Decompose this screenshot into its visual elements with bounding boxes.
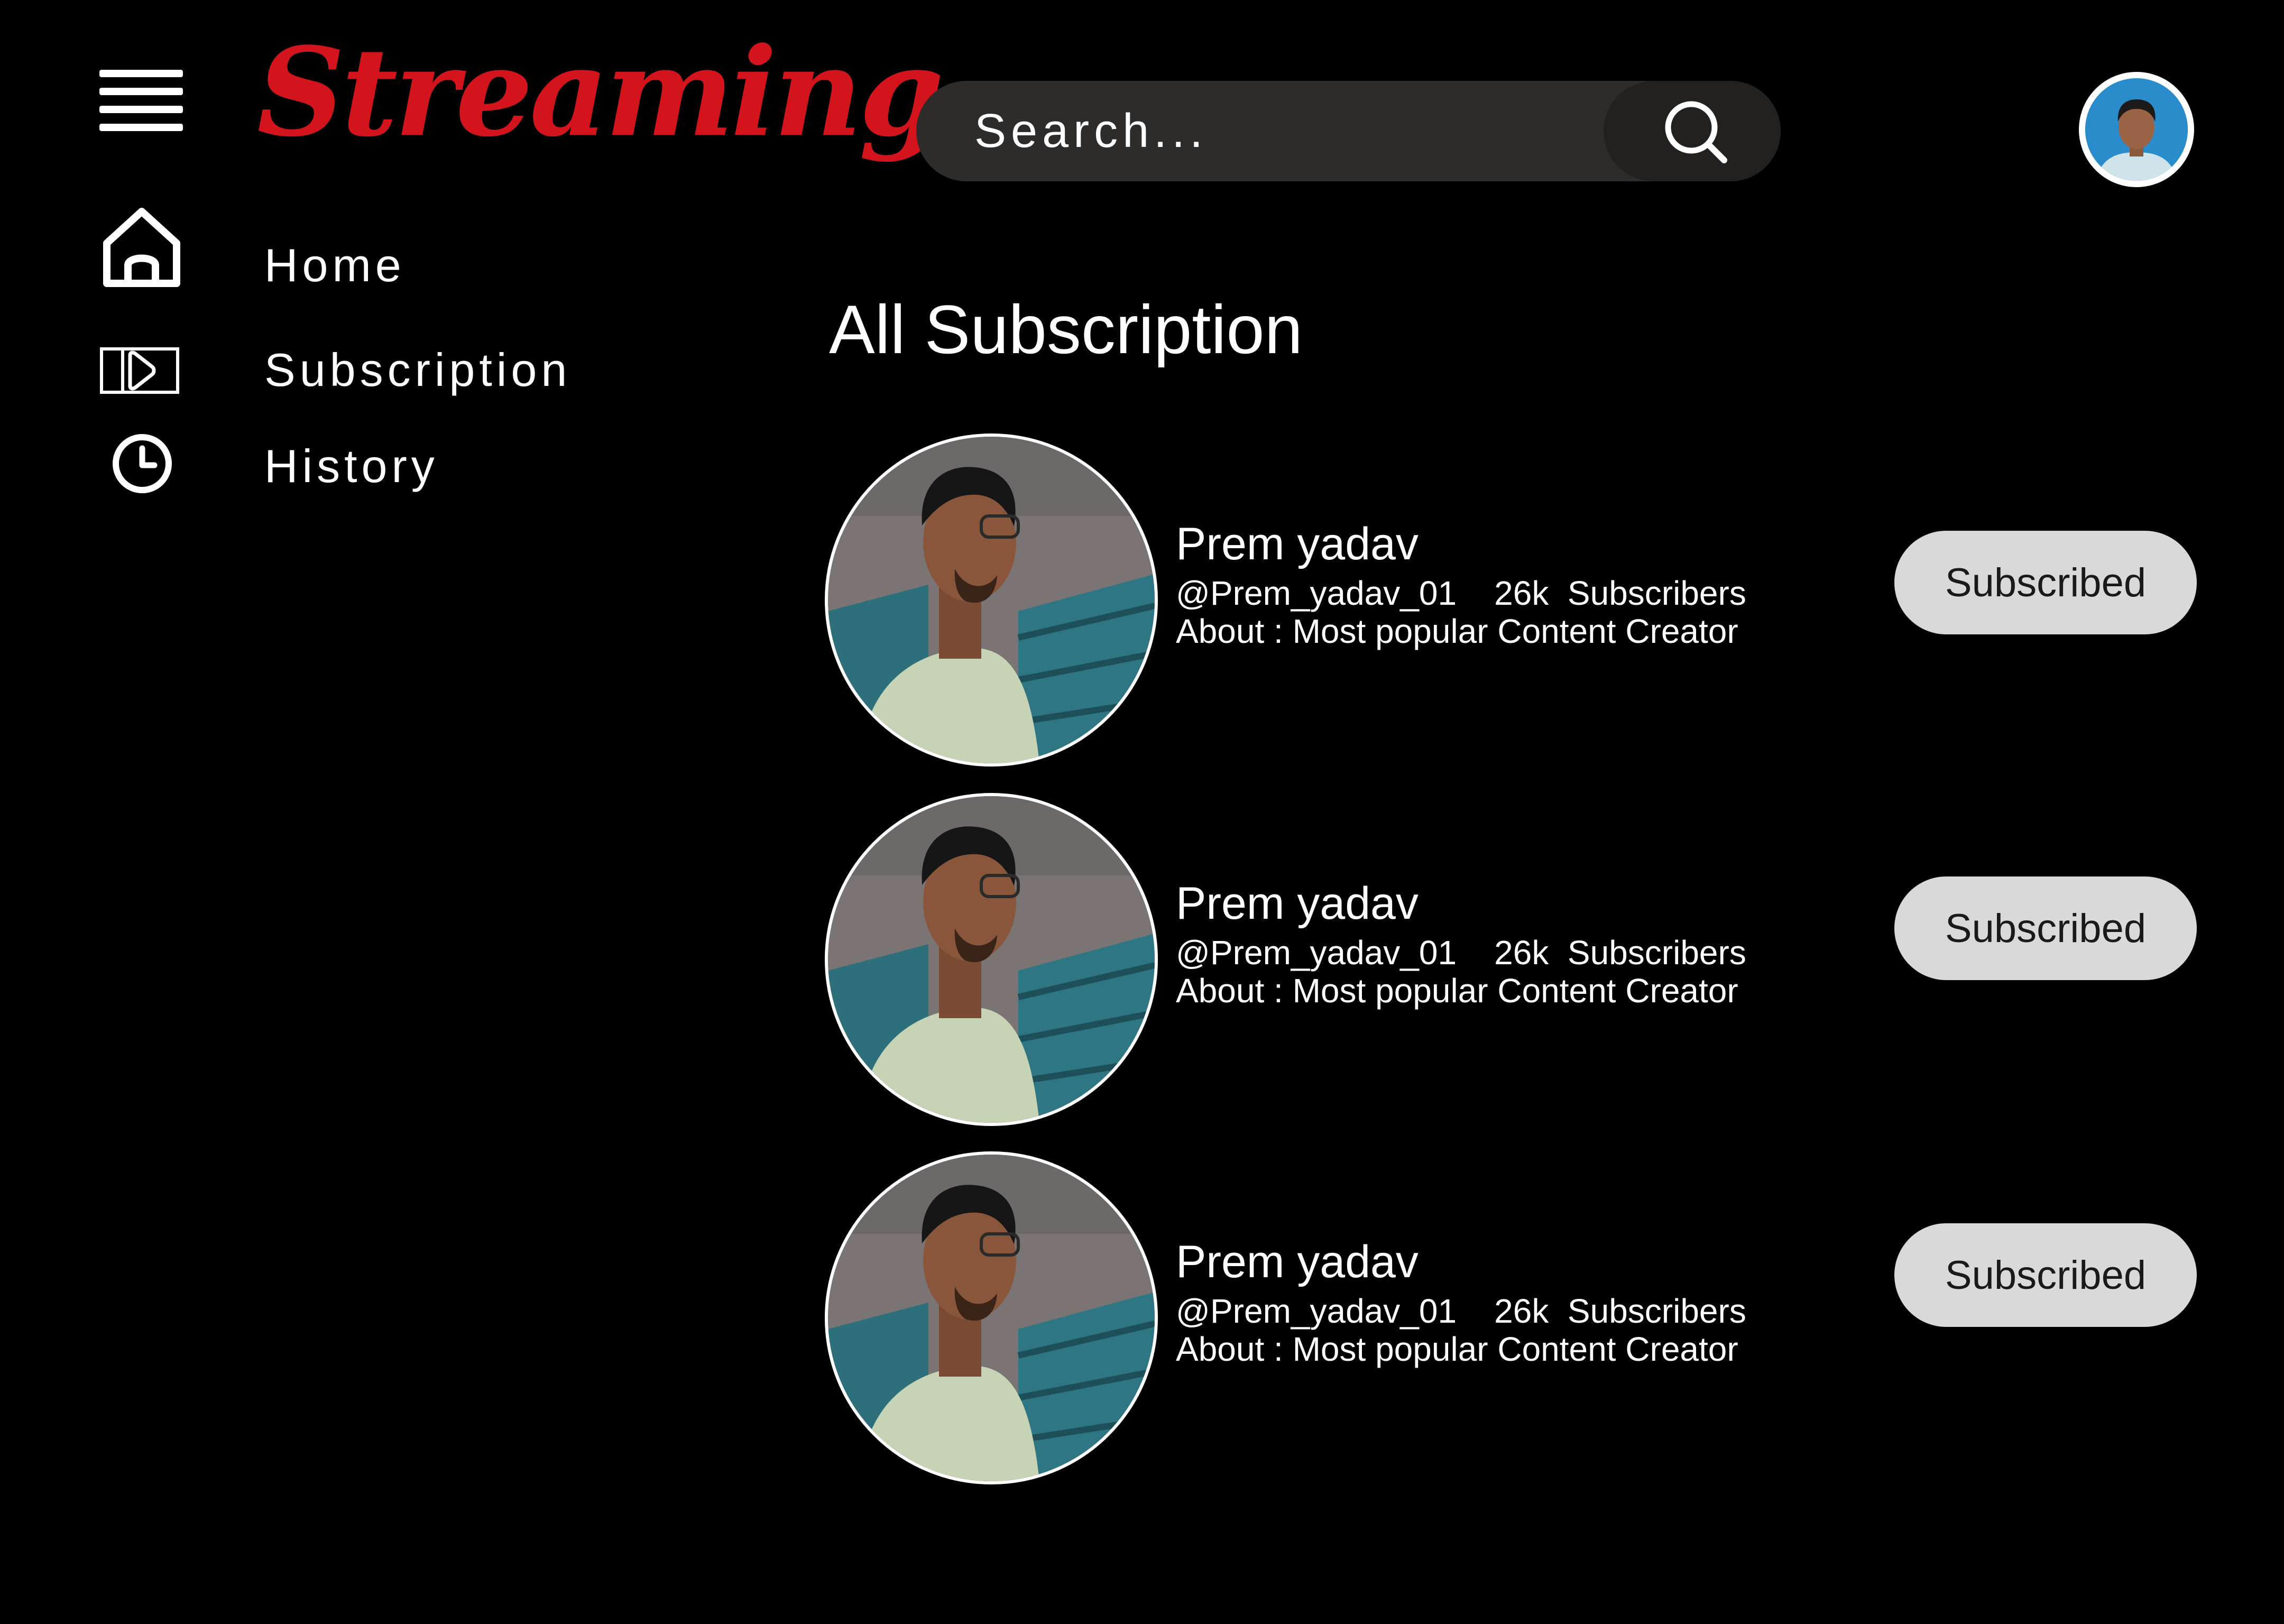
avatar-portrait — [2085, 78, 2188, 181]
channel-name[interactable]: Prem yadav — [1176, 881, 1419, 926]
subscription-card: Prem yadav @Prem_yadav_01 26k Subscriber… — [825, 433, 2199, 767]
subscriber-count: 26k Subscribers — [1494, 574, 1746, 612]
channel-meta: @Prem_yadav_01 26k Subscribers — [1176, 576, 1746, 610]
sidebar-item-label: Subscription — [264, 344, 572, 396]
home-icon — [103, 208, 180, 287]
clock-icon — [113, 434, 172, 493]
search-bar — [916, 81, 1781, 181]
subscription-card: Prem yadav @Prem_yadav_01 26k Subscriber… — [825, 1151, 2199, 1484]
sidebar-item-home[interactable]: Home — [99, 206, 628, 291]
channel-name[interactable]: Prem yadav — [1176, 521, 1419, 567]
channel-name[interactable]: Prem yadav — [1176, 1239, 1419, 1285]
channel-avatar[interactable] — [825, 793, 1158, 1126]
channel-meta: @Prem_yadav_01 26k Subscribers — [1176, 936, 1746, 970]
app-logo[interactable]: Streaming — [257, 32, 944, 153]
streaming-app: Streaming Home — [0, 0, 2284, 1624]
menu-line — [99, 70, 183, 77]
page-title: All Subscription — [829, 291, 1303, 368]
channel-about: About : Most popular Content Creator — [1176, 1330, 1738, 1368]
subscribed-button[interactable]: Subscribed — [1894, 876, 2197, 980]
channel-about: About : Most popular Content Creator — [1176, 972, 1738, 1010]
sidebar-item-label: History — [264, 440, 439, 492]
sidebar-item-label: Home — [264, 239, 406, 291]
channel-meta: @Prem_yadav_01 26k Subscribers — [1176, 1294, 1746, 1328]
menu-line — [99, 106, 183, 113]
subscribed-button[interactable]: Subscribed — [1894, 531, 2197, 634]
channel-avatar[interactable] — [825, 1151, 1158, 1484]
channel-avatar[interactable] — [825, 433, 1158, 767]
user-avatar[interactable] — [2079, 72, 2194, 187]
subscription-card: Prem yadav @Prem_yadav_01 26k Subscriber… — [825, 793, 2199, 1126]
menu-line — [99, 88, 183, 95]
channel-portrait — [828, 437, 1155, 763]
menu-line — [99, 124, 183, 131]
channel-about: About : Most popular Content Creator — [1176, 612, 1738, 650]
search-button[interactable] — [1604, 81, 1781, 181]
subscribed-button[interactable]: Subscribed — [1894, 1223, 2197, 1327]
sidebar-item-subscription[interactable]: Subscription — [99, 338, 628, 423]
subscription-play-icon — [100, 347, 179, 394]
sidebar-item-history[interactable]: History — [99, 432, 628, 517]
subscriber-count: 26k Subscribers — [1494, 934, 1746, 972]
channel-handle: @Prem_yadav_01 — [1176, 1292, 1457, 1330]
subscriber-count: 26k Subscribers — [1494, 1292, 1746, 1330]
search-icon — [1665, 101, 1727, 163]
channel-portrait — [828, 1155, 1155, 1481]
hamburger-menu-icon[interactable] — [99, 70, 183, 131]
search-input[interactable] — [974, 81, 1598, 181]
channel-handle: @Prem_yadav_01 — [1176, 934, 1457, 972]
channel-portrait — [828, 796, 1155, 1123]
channel-handle: @Prem_yadav_01 — [1176, 574, 1457, 612]
